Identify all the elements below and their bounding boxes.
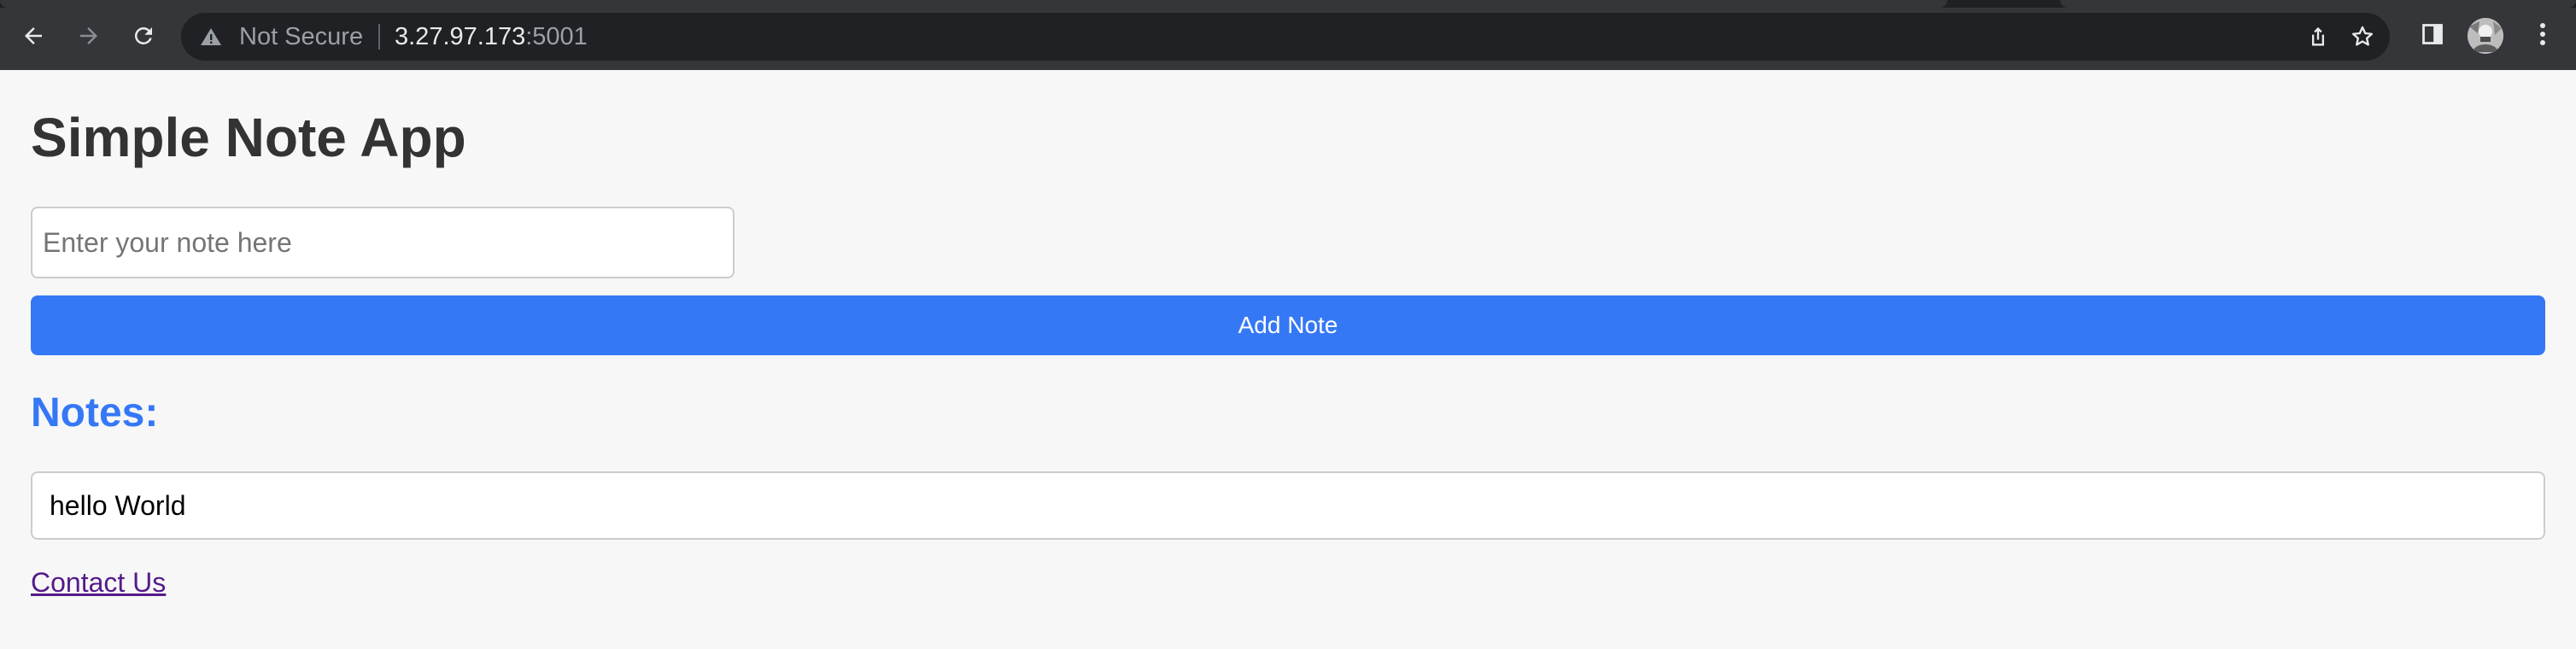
forward-button[interactable] [70,17,108,55]
note-item[interactable]: hello World [31,471,2545,540]
address-separator [378,24,380,50]
inactive-tab-edge[interactable] [2060,0,2576,8]
forward-arrow-icon [76,23,102,49]
back-button[interactable] [15,17,52,55]
page-content: Simple Note App Add Note Notes: hello Wo… [0,70,2576,649]
url-port: :5001 [525,23,588,50]
active-tab-edge[interactable] [0,0,1947,8]
note-input[interactable] [31,207,735,278]
back-arrow-icon [20,23,46,49]
browser-toolbar: Not Secure 3.27.97.173:5001 [0,0,2576,70]
url-host: 3.27.97.173 [395,23,526,50]
reload-button[interactable] [125,17,162,55]
side-panel-icon [2421,22,2444,50]
share-icon[interactable] [2304,23,2332,50]
bookmark-star-icon[interactable] [2349,23,2376,50]
add-note-button[interactable]: Add Note [31,295,2545,355]
reload-icon [131,23,156,49]
notes-list: hello World [31,471,2545,540]
kebab-menu-icon [2538,21,2547,51]
profile-avatar[interactable] [2468,18,2503,54]
contact-us-link[interactable]: Contact Us [31,565,166,599]
tab-strip [0,0,2576,8]
page-title: Simple Note App [31,107,466,168]
notes-heading: Notes: [31,390,159,436]
security-status-label[interactable]: Not Secure [239,24,363,50]
browser-menu-button[interactable] [2524,17,2561,55]
url-text[interactable]: 3.27.97.173:5001 [395,24,588,50]
address-bar[interactable]: Not Secure 3.27.97.173:5001 [181,13,2390,61]
warning-triangle-icon[interactable] [200,26,222,47]
side-panel-button[interactable] [2414,17,2451,55]
